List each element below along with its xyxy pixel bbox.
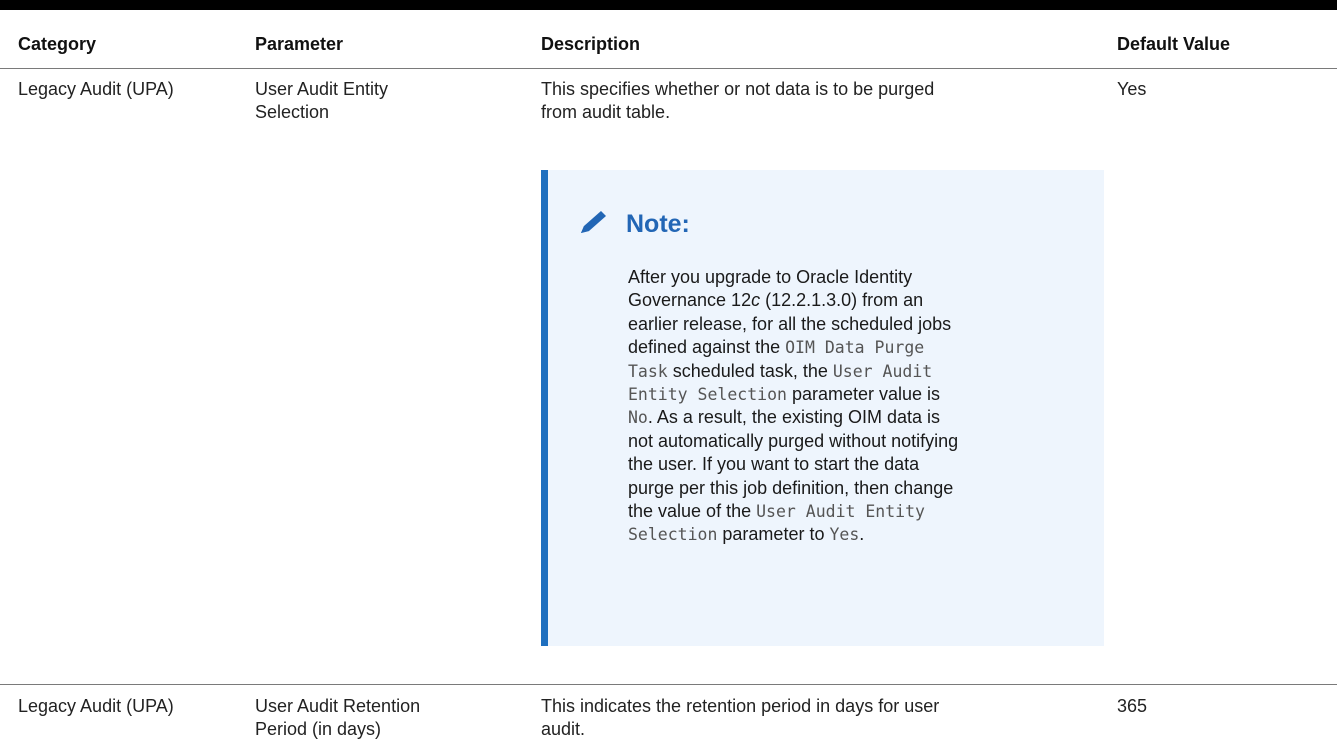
note-text: earlier release, for all the scheduled j… [628,313,952,334]
note-body: After you upgrade to Oracle Identity Gov… [628,266,1098,547]
row2-description-line2: audit. [541,719,586,739]
note-line: Selection parameter to Yes. [628,523,1098,546]
row2-parameter: User Audit Retention Period (in days) [255,695,525,741]
note-text: scheduled task, the [667,360,833,381]
row2-default-value: 365 [1117,696,1148,716]
header-divider [0,68,1337,69]
note-line: No. As a result, the existing OIM data i… [628,406,1098,429]
note-line: defined against the OIM Data Purge [628,336,1098,359]
note-text: the value of the [628,501,757,522]
note-code: OIM Data Purge [785,338,925,358]
note-code: Task [628,361,668,381]
note-text: Governance 12 [628,290,752,311]
header-description: Description [541,34,641,54]
note-code: Entity Selection [628,385,787,405]
note-line: Task scheduled task, the User Audit [628,360,1098,383]
note-code: User Audit Entity [756,502,925,522]
row2-description-line1: This indicates the retention period in d… [541,696,940,716]
note-code: Yes [829,525,860,545]
note-line: the value of the User Audit Entity [628,500,1098,523]
note-text-italic: c [751,290,761,311]
note-title: Note: [578,208,690,241]
row1-description-line1: This specifies whether or not data is to… [541,79,935,99]
note-code: User Audit [832,361,933,381]
note-text: the user. If you want to start the data [628,454,920,475]
row2-parameter-line1: User Audit Retention [255,696,421,716]
note-text: defined against the [628,337,786,358]
note-code: Selection [628,525,718,545]
pencil-icon [578,208,614,241]
row1-category: Legacy Audit (UPA) [18,79,174,99]
row2-description: This indicates the retention period in d… [541,695,1101,741]
row1-parameter-line2: Selection [255,102,330,122]
note-line: the user. If you want to start the data [628,453,1098,476]
note-text: . [859,524,865,545]
note-text: (12.2.1.3.0) from an [760,290,924,311]
note-line: earlier release, for all the scheduled j… [628,313,1098,336]
note-text: parameter value is [786,384,941,405]
row1-parameter-line1: User Audit Entity [255,79,389,99]
note-text: parameter to [717,524,830,545]
note-text: . As a result, the existing OIM data is [647,407,941,428]
header-parameter: Parameter [255,34,344,54]
row2-parameter-line2: Period (in days) [255,719,382,739]
top-rule [0,0,1337,10]
note-text: purge per this job definition, then chan… [628,477,954,498]
note-code: No [628,408,648,428]
note-line: After you upgrade to Oracle Identity [628,266,1098,289]
row1-default-value: Yes [1117,79,1147,99]
row-divider [0,684,1337,685]
note-box: Note: After you upgrade to Oracle Identi… [541,170,1104,646]
note-line: purge per this job definition, then chan… [628,477,1098,500]
row1-description: This specifies whether or not data is to… [541,78,1101,124]
row1-description-line2: from audit table. [541,102,671,122]
row1-parameter: User Audit Entity Selection [255,78,525,124]
note-line: not automatically purged without notifyi… [628,430,1098,453]
note-title-text: Note: [626,210,690,238]
note-text: After you upgrade to Oracle Identity [628,267,913,287]
note-line: Entity Selection parameter value is [628,383,1098,406]
row2-category: Legacy Audit (UPA) [18,696,174,716]
header-category: Category [18,34,97,54]
header-default-value: Default Value [1117,34,1231,54]
note-line: Governance 12c (12.2.1.3.0) from an [628,289,1098,312]
note-text: not automatically purged without notifyi… [628,430,959,451]
